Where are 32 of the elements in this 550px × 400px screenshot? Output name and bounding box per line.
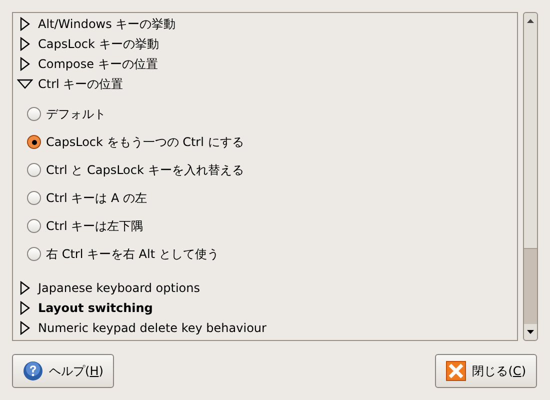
tree-item-label[interactable]: Ctrl キーの位置 [38,75,124,93]
radio-button[interactable] [27,219,41,233]
collapsed-triangle-icon[interactable] [20,301,30,315]
radio-button[interactable] [27,107,41,121]
radio-label: Ctrl と CapsLock キーを入れ替える [46,162,244,179]
close-button[interactable]: 閉じる(C) [435,354,537,388]
close-icon [446,361,466,381]
radio-label: デフォルト [46,106,106,123]
radio-button[interactable] [27,191,41,205]
radio-button[interactable] [27,163,41,177]
tree-item-label[interactable]: Numeric keypad delete key behaviour [38,319,266,337]
radio-label: 右 Ctrl キーを右 Alt として使う [46,246,219,263]
radio-button[interactable] [27,135,41,149]
tree-item-label[interactable]: Japanese keyboard options [38,279,200,297]
radio-label: Ctrl キーは左下隅 [46,218,144,235]
tree-item-label[interactable]: Layout switching [38,299,153,317]
tree-item-label[interactable]: Alt/Windows キーの挙動 [38,15,176,33]
collapsed-triangle-icon[interactable] [20,321,30,335]
tree-item-label[interactable]: CapsLock キーの挙動 [38,35,159,53]
collapsed-triangle-icon[interactable] [20,57,30,71]
help-icon [23,361,43,381]
scrollbar-thumb[interactable] [524,248,537,324]
collapsed-triangle-icon[interactable] [20,37,30,51]
collapsed-triangle-icon[interactable] [20,17,30,31]
radio-label: Ctrl キーは A の左 [46,190,148,207]
scrollbar[interactable] [523,12,538,341]
help-button[interactable]: ヘルプ(H) [12,354,114,388]
collapsed-triangle-icon[interactable] [20,281,30,295]
radio-label: CapsLock をもう一つの Ctrl にする [46,134,244,151]
radio-button[interactable] [27,247,41,261]
expanded-triangle-icon[interactable] [17,79,33,89]
tree-item-label[interactable]: Compose キーの位置 [38,55,158,73]
